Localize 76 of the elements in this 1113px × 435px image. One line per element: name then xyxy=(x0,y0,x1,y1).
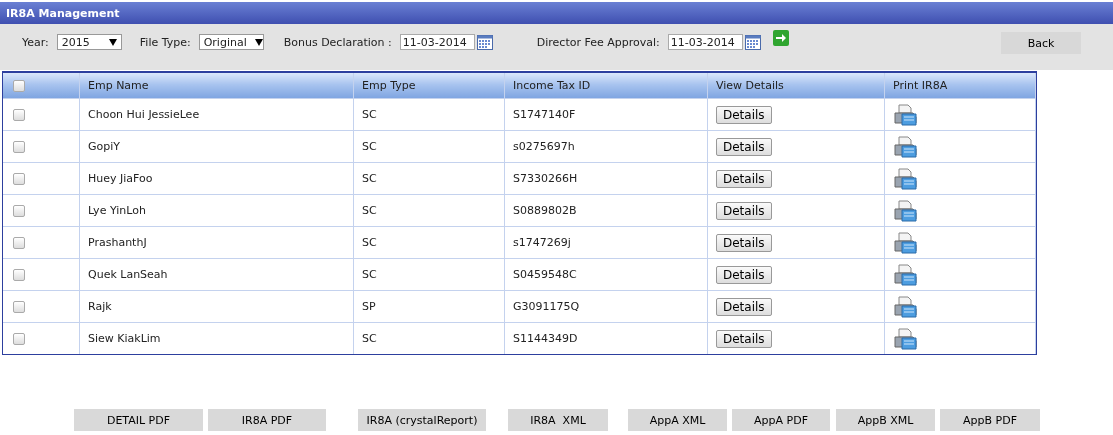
details-button[interactable]: Details xyxy=(716,169,772,188)
details-button[interactable]: Details xyxy=(716,265,772,284)
window-title: IR8A Management xyxy=(6,6,120,20)
details-button[interactable]: Details xyxy=(716,233,772,252)
table-cell: S1747140F xyxy=(504,98,708,131)
table-cell: SP xyxy=(353,290,505,323)
export-button[interactable]: AppB XML xyxy=(836,409,935,431)
date-field[interactable]: 11-03-2014 xyxy=(399,34,475,50)
column-header: Emp Name xyxy=(79,73,354,99)
row-checkbox[interactable] xyxy=(13,141,25,153)
field-label: Year: xyxy=(22,35,49,49)
table-cell: PrashanthJ xyxy=(79,226,354,259)
table-cell: S0459548C xyxy=(504,258,708,291)
dropdown[interactable]: 2015 xyxy=(56,34,122,50)
export-button[interactable]: IR8A XML xyxy=(508,409,608,431)
row-checkbox[interactable] xyxy=(13,301,25,313)
printer-icon[interactable] xyxy=(893,295,917,318)
caret-icon xyxy=(254,38,263,46)
table-cell: GopiY xyxy=(79,130,354,163)
table-cell: s0275697h xyxy=(504,130,708,163)
row-checkbox[interactable] xyxy=(13,109,25,121)
date-field[interactable]: 11-03-2014 xyxy=(667,34,743,50)
export-button[interactable]: IR8A PDF xyxy=(208,409,326,431)
export-button[interactable]: DETAIL PDF xyxy=(74,409,203,431)
column-header: Print IR8A xyxy=(884,73,1036,99)
export-button[interactable]: IR8A (crystalReport) xyxy=(358,409,486,431)
table-cell: S0889802B xyxy=(504,194,708,227)
column-header: Income Tax ID xyxy=(504,73,708,99)
printer-icon[interactable] xyxy=(893,263,917,286)
table-cell: Siew KiakLim xyxy=(79,322,354,354)
table-cell: SC xyxy=(353,322,505,354)
printer-icon[interactable] xyxy=(893,167,917,190)
row-checkbox[interactable] xyxy=(13,333,25,345)
calendar-icon[interactable] xyxy=(744,34,761,50)
printer-icon[interactable] xyxy=(893,199,917,222)
row-checkbox[interactable] xyxy=(13,269,25,281)
dropdown[interactable]: Original xyxy=(198,34,264,50)
table-cell: Huey JiaFoo xyxy=(79,162,354,195)
printer-icon[interactable] xyxy=(893,103,917,126)
field-label: Bonus Declaration : xyxy=(283,35,392,49)
table-cell: Lye YinLoh xyxy=(79,194,354,227)
export-button[interactable]: AppA PDF xyxy=(732,409,830,431)
table-cell: SC xyxy=(353,226,505,259)
details-button[interactable]: Details xyxy=(716,137,772,156)
details-button[interactable]: Details xyxy=(716,329,772,348)
table-cell: SC xyxy=(353,258,505,291)
table-cell: SC xyxy=(353,194,505,227)
row-checkbox[interactable] xyxy=(13,237,25,249)
printer-icon[interactable] xyxy=(893,327,917,350)
calendar-icon[interactable] xyxy=(476,34,493,50)
column-header: View Details xyxy=(707,73,885,99)
row-checkbox[interactable] xyxy=(13,173,25,185)
field-label: Director Fee Approval: xyxy=(536,35,660,49)
table-cell: S1144349D xyxy=(504,322,708,354)
table-cell: Rajk xyxy=(79,290,354,323)
details-button[interactable]: Details xyxy=(716,297,772,316)
table-cell: Quek LanSeah xyxy=(79,258,354,291)
field-label: File Type: xyxy=(139,35,191,49)
table-cell: s1747269j xyxy=(504,226,708,259)
back-button[interactable]: Back xyxy=(1001,32,1081,54)
table-cell: SC xyxy=(353,98,505,131)
select-all-checkbox[interactable] xyxy=(13,80,25,92)
export-button[interactable]: AppA XML xyxy=(628,409,727,431)
export-button[interactable]: AppB PDF xyxy=(940,409,1040,431)
details-button[interactable]: Details xyxy=(716,201,772,220)
table-cell: SC xyxy=(353,130,505,163)
caret-icon xyxy=(108,38,117,46)
column-header: Emp Type xyxy=(353,73,505,99)
table-cell: SC xyxy=(353,162,505,195)
details-button[interactable]: Details xyxy=(716,105,772,124)
table-cell: Choon Hui JessieLee xyxy=(79,98,354,131)
row-checkbox[interactable] xyxy=(13,205,25,217)
printer-icon[interactable] xyxy=(893,135,917,158)
table-cell: G3091175Q xyxy=(504,290,708,323)
printer-icon[interactable] xyxy=(893,231,917,254)
table-cell: S7330266H xyxy=(504,162,708,195)
